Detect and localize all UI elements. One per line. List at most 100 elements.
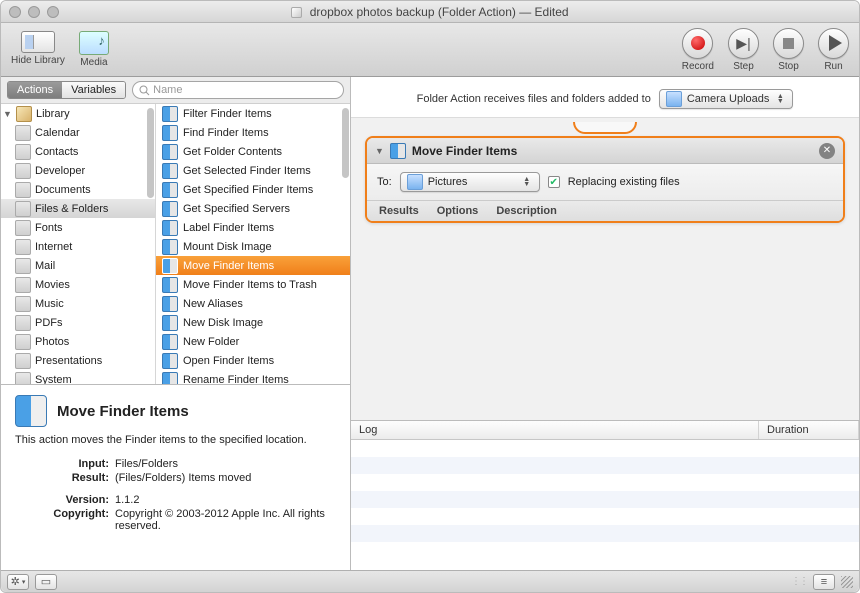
workflow-step[interactable]: ▼ Move Finder Items ✕ To: Pictures ▲▼ ✔ … (365, 136, 845, 223)
remove-step-button[interactable]: ✕ (819, 143, 835, 159)
finder-icon (15, 395, 47, 427)
library-category[interactable]: Developer (1, 161, 155, 180)
disclosure-triangle-icon[interactable]: ▼ (375, 146, 384, 156)
category-icon (15, 334, 31, 350)
window-controls (9, 6, 59, 18)
version-value: 1.1.2 (115, 494, 336, 506)
step-title: Move Finder Items (412, 144, 517, 158)
finder-icon (162, 334, 178, 350)
category-icon (15, 258, 31, 274)
description-title: Move Finder Items (57, 403, 189, 420)
actions-list[interactable]: Filter Finder ItemsFind Finder ItemsGet … (156, 104, 350, 384)
tab-actions[interactable]: Actions (8, 82, 62, 98)
action-item[interactable]: Rename Finder Items (156, 370, 350, 384)
log-column-log[interactable]: Log (351, 421, 759, 439)
step-tab-options[interactable]: Options (437, 205, 479, 217)
action-item[interactable]: Get Folder Contents (156, 142, 350, 161)
library-category[interactable]: Documents (1, 180, 155, 199)
category-icon (15, 315, 31, 331)
chevron-down-icon: ▾ (22, 578, 26, 586)
toggle-log-button[interactable]: ≡ (813, 574, 835, 590)
action-item[interactable]: Find Finder Items (156, 123, 350, 142)
workflow-input-row: Folder Action receives files and folders… (351, 77, 859, 117)
workflow-input-label: Folder Action receives files and folders… (417, 93, 651, 105)
copyright-label: Copyright: (15, 508, 115, 532)
record-button[interactable]: Record (682, 28, 714, 72)
document-proxy-icon (291, 7, 302, 18)
category-icon (15, 144, 31, 160)
library-category[interactable]: Files & Folders (1, 199, 155, 218)
scrollbar[interactable] (342, 108, 349, 178)
input-label: Input: (15, 458, 115, 470)
library-category[interactable]: Contacts (1, 142, 155, 161)
library-category[interactable]: Presentations (1, 351, 155, 370)
log-pane: Log Duration (351, 420, 859, 570)
copyright-value: Copyright © 2003-2012 Apple Inc. All rig… (115, 508, 336, 532)
splitter-handle[interactable]: ⋮⋮ (791, 576, 801, 587)
library-tabs-row: Actions Variables Name (1, 77, 350, 104)
library-category[interactable]: Music (1, 294, 155, 313)
action-item[interactable]: New Disk Image (156, 313, 350, 332)
folder-icon (407, 174, 423, 190)
action-item[interactable]: Filter Finder Items (156, 104, 350, 123)
finder-icon (162, 163, 178, 179)
finder-icon (162, 201, 178, 217)
scrollbar[interactable] (147, 108, 154, 198)
resize-handle[interactable] (841, 576, 853, 588)
run-button[interactable]: Run (818, 28, 849, 72)
category-icon (15, 182, 31, 198)
log-rows (351, 440, 859, 570)
workflow-canvas[interactable]: ▼ Move Finder Items ✕ To: Pictures ▲▼ ✔ … (351, 117, 859, 420)
input-value: Files/Folders (115, 458, 336, 470)
library-category[interactable]: Calendar (1, 123, 155, 142)
stop-button[interactable]: Stop (773, 28, 804, 72)
zoom-window-button[interactable] (47, 6, 59, 18)
disclosure-triangle-icon[interactable]: ▼ (3, 109, 12, 119)
library-category[interactable]: Fonts (1, 218, 155, 237)
finder-icon (162, 144, 178, 160)
library-category[interactable]: System (1, 370, 155, 384)
action-item[interactable]: Open Finder Items (156, 351, 350, 370)
category-icon (15, 296, 31, 312)
action-item[interactable]: New Folder (156, 332, 350, 351)
tab-variables[interactable]: Variables (62, 82, 125, 98)
toggle-description-button[interactable]: ▭ (35, 574, 57, 590)
destination-folder-popup[interactable]: Pictures ▲▼ (400, 172, 540, 192)
library-tab-segment: Actions Variables (7, 81, 126, 99)
action-item[interactable]: Move Finder Items to Trash (156, 275, 350, 294)
chevron-updown-icon: ▲▼ (521, 177, 533, 187)
action-item[interactable]: Move Finder Items (156, 256, 350, 275)
library-category[interactable]: Internet (1, 237, 155, 256)
step-tab-results[interactable]: Results (379, 205, 419, 217)
step-tab-description[interactable]: Description (496, 205, 557, 217)
library-category[interactable]: PDFs (1, 313, 155, 332)
category-icon (15, 277, 31, 293)
action-item[interactable]: Get Selected Finder Items (156, 161, 350, 180)
chevron-updown-icon: ▲▼ (774, 94, 786, 104)
finder-icon (162, 296, 178, 312)
finder-icon (162, 258, 178, 274)
panel-icon: ▭ (41, 575, 51, 588)
action-item[interactable]: Get Specified Servers (156, 199, 350, 218)
library-root[interactable]: ▼Library (1, 104, 155, 123)
log-column-duration[interactable]: Duration (759, 421, 859, 439)
gear-menu-button[interactable]: ✲▾ (7, 574, 29, 590)
hide-library-button[interactable]: Hide Library (11, 31, 65, 68)
library-category[interactable]: Photos (1, 332, 155, 351)
library-category[interactable]: Movies (1, 275, 155, 294)
close-window-button[interactable] (9, 6, 21, 18)
minimize-window-button[interactable] (28, 6, 40, 18)
action-item[interactable]: New Aliases (156, 294, 350, 313)
step-button[interactable]: ▶| Step (728, 28, 759, 72)
replace-checkbox[interactable]: ✔ (548, 176, 560, 188)
action-item[interactable]: Label Finder Items (156, 218, 350, 237)
search-input[interactable]: Name (132, 81, 344, 99)
action-item[interactable]: Get Specified Finder Items (156, 180, 350, 199)
category-icon (15, 163, 31, 179)
library-tree[interactable]: ▼LibraryCalendarContactsDeveloperDocumen… (1, 104, 156, 384)
finder-icon (162, 353, 178, 369)
source-folder-popup[interactable]: Camera Uploads ▲▼ (659, 89, 794, 109)
media-button[interactable]: Media (79, 31, 109, 68)
library-category[interactable]: Mail (1, 256, 155, 275)
action-item[interactable]: Mount Disk Image (156, 237, 350, 256)
